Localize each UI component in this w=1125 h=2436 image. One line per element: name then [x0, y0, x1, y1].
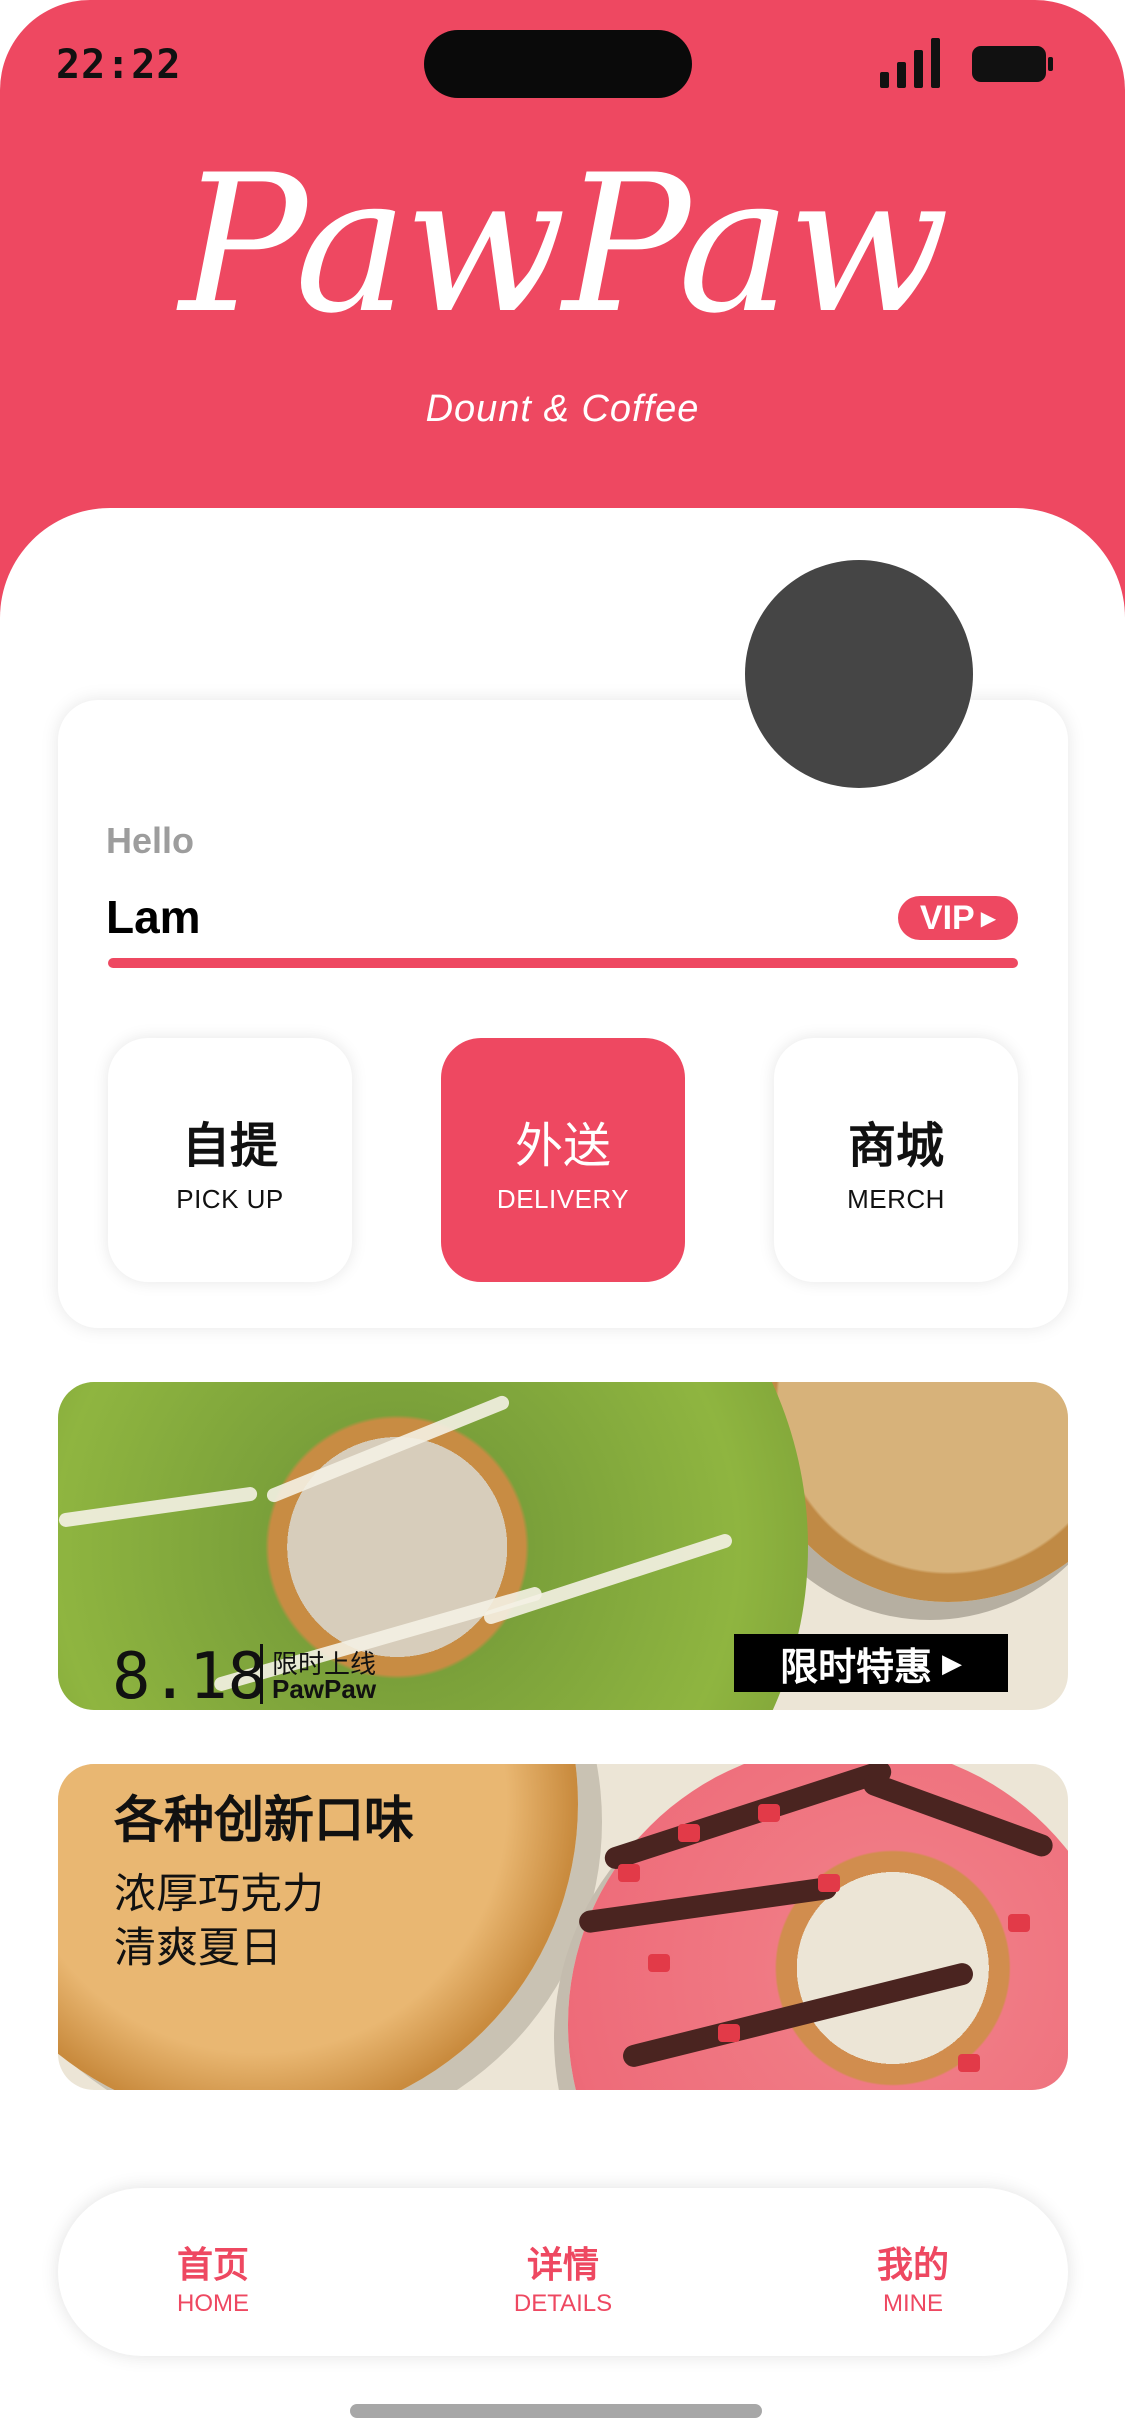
delivery-button[interactable]: 外送 DELIVERY	[441, 1038, 685, 1282]
mode-label-en: MERCH	[847, 1183, 945, 1214]
play-arrow-icon: ▶	[980, 907, 997, 930]
greeting-label: Hello	[106, 820, 195, 861]
tab-bar: 首页 HOME 详情 DETAILS 我的 MINE	[58, 2188, 1068, 2356]
battery-icon	[972, 46, 1053, 82]
tab-label-en: HOME	[177, 2290, 249, 2317]
tab-label-zh: 我的	[876, 2245, 949, 2286]
flavor-banner[interactable]: 各种创新口味 浓厚巧克力 清爽夏日	[58, 1764, 1068, 2090]
brand-tagline: Dount & Coffee	[425, 388, 700, 430]
tab-label-en: DETAILS	[513, 2290, 613, 2317]
vip-label: VIP	[919, 898, 975, 937]
brand-logo: PawPaw	[179, 134, 949, 355]
promo-cta-button[interactable]: 限时特惠 ▶	[734, 1634, 1008, 1692]
name-underline	[108, 958, 1018, 968]
berry-piece	[758, 1804, 780, 1822]
promo-banner[interactable]: 8.18 限时上线 PawPaw 限时特惠 ▶	[58, 1382, 1068, 1710]
signal-icon	[880, 38, 940, 88]
mode-label-en: PICK UP	[176, 1183, 284, 1214]
tab-home[interactable]: 首页 HOME	[113, 2236, 313, 2318]
tab-mine[interactable]: 我的 MINE	[813, 2236, 1013, 2318]
mode-label-zh: 外送	[514, 1117, 611, 1174]
avatar[interactable]	[745, 560, 973, 788]
user-card: Hello Lam VIP ▶ 自提 PICK UP 外送 DELIVERY 商…	[58, 700, 1068, 1328]
tab-label-zh: 详情	[526, 2245, 599, 2286]
berry-piece	[618, 1864, 640, 1882]
username: Lam	[106, 891, 201, 943]
status-time: 22:22	[56, 42, 182, 88]
promo-date: 8.18	[112, 1640, 267, 1710]
merch-button[interactable]: 商城 MERCH	[774, 1038, 1018, 1282]
mode-label-zh: 商城	[847, 1117, 944, 1174]
mode-label-en: DELIVERY	[496, 1183, 630, 1214]
play-arrow-icon: ▶	[942, 1647, 962, 1678]
mode-label-zh: 自提	[181, 1117, 278, 1174]
flavor-title: 各种创新口味	[114, 1792, 414, 1848]
berry-piece	[1008, 1914, 1030, 1932]
berry-piece	[648, 1954, 670, 1972]
tab-details[interactable]: 详情 DETAILS	[463, 2236, 663, 2318]
dynamic-island	[424, 30, 692, 98]
berry-piece	[818, 1874, 840, 1892]
promo-divider	[260, 1644, 263, 1704]
berry-piece	[718, 2024, 740, 2042]
pickup-button[interactable]: 自提 PICK UP	[108, 1038, 352, 1282]
tab-label-en: MINE	[883, 2290, 943, 2317]
berry-piece	[678, 1824, 700, 1842]
tab-label-zh: 首页	[176, 2245, 249, 2286]
flavor-line: 浓厚巧克力	[114, 1870, 325, 1917]
promo-cta-label: 限时特惠	[779, 1646, 932, 1689]
flavor-line: 清爽夏日	[114, 1924, 283, 1971]
home-indicator[interactable]	[350, 2404, 762, 2418]
berry-piece	[958, 2054, 980, 2072]
promo-brand: PawPaw	[272, 1674, 377, 1704]
app-screen: 22:22 PawPaw Dount & Coffee Hello Lam VI…	[0, 0, 1125, 2436]
vip-badge[interactable]: VIP ▶	[898, 896, 1018, 940]
